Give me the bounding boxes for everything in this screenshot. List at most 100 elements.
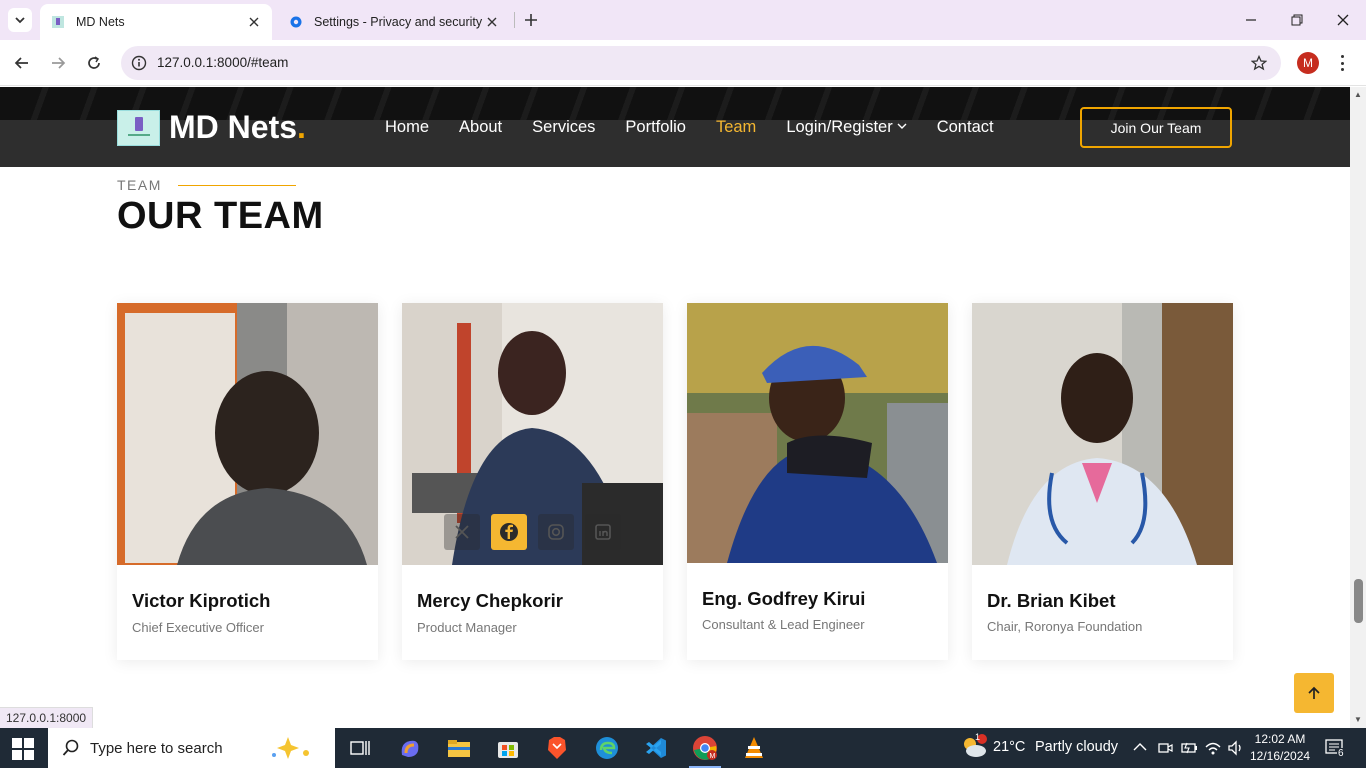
- main-nav: Home About Services Portfolio Team Login…: [385, 118, 1024, 137]
- address-bar[interactable]: 127.0.0.1:8000/#team: [121, 46, 1281, 80]
- nav-services[interactable]: Services: [532, 118, 595, 137]
- x-icon[interactable]: [444, 514, 480, 550]
- taskbar-search[interactable]: Type here to search: [48, 728, 335, 768]
- section-title: OUR TEAM: [117, 195, 324, 237]
- scroll-down-icon[interactable]: ▼: [1354, 716, 1362, 724]
- profile-avatar[interactable]: M: [1297, 52, 1319, 74]
- brave-browser-icon[interactable]: [543, 734, 571, 762]
- member-name: Dr. Brian Kibet: [987, 590, 1116, 611]
- file-explorer-icon[interactable]: [445, 734, 473, 762]
- team-card[interactable]: Victor Kiprotich Chief Executive Officer: [117, 303, 378, 660]
- vlc-icon[interactable]: [740, 734, 768, 762]
- nav-portfolio[interactable]: Portfolio: [625, 118, 686, 137]
- clock-time: 12:02 AM: [1254, 732, 1306, 746]
- notification-count: 6: [1337, 748, 1345, 759]
- tab-title: Settings - Privacy and security: [314, 15, 483, 29]
- browser-tab-bar: MD Nets Settings - Privacy and security: [0, 0, 1366, 40]
- tab-settings[interactable]: Settings - Privacy and security: [278, 4, 510, 40]
- chevron-up-icon[interactable]: [1133, 742, 1147, 752]
- svg-text:M: M: [710, 753, 716, 760]
- search-placeholder: Type here to search: [90, 739, 223, 757]
- vscode-icon[interactable]: [642, 734, 670, 762]
- close-tab-icon[interactable]: [484, 14, 500, 30]
- member-name: Victor Kiprotich: [132, 590, 271, 611]
- restore-button[interactable]: [1282, 6, 1312, 34]
- browser-menu-icon[interactable]: [1334, 52, 1350, 74]
- nav-contact[interactable]: Contact: [937, 118, 994, 137]
- page-scrollbar[interactable]: ▲ ▼: [1350, 87, 1366, 728]
- meet-now-icon[interactable]: [1157, 740, 1173, 756]
- nav-home[interactable]: Home: [385, 118, 429, 137]
- scrollbar-thumb[interactable]: [1354, 579, 1363, 623]
- weather-text: Partly cloudy: [1035, 739, 1119, 755]
- arrow-right-icon: [52, 57, 66, 69]
- team-member-photo: [972, 303, 1233, 565]
- weather-icon[interactable]: [960, 734, 988, 760]
- back-button[interactable]: [10, 51, 34, 75]
- site-info-icon[interactable]: [129, 53, 149, 73]
- team-card[interactable]: Eng. Godfrey Kirui Consultant & Lead Eng…: [687, 303, 948, 660]
- arrow-left-icon: [14, 57, 28, 69]
- close-window-button[interactable]: [1328, 6, 1358, 34]
- new-tab-button[interactable]: [520, 8, 542, 32]
- nav-about[interactable]: About: [459, 118, 502, 137]
- volume-icon[interactable]: [1227, 740, 1245, 756]
- network-icon[interactable]: [1204, 739, 1222, 757]
- browser-toolbar: 127.0.0.1:8000/#team M: [0, 40, 1366, 86]
- member-role: Chair, Roronya Foundation: [987, 619, 1143, 634]
- team-card[interactable]: Mercy Chepkorir Product Manager: [402, 303, 663, 660]
- tab-md-nets[interactable]: MD Nets: [40, 4, 272, 40]
- nav-team[interactable]: Team: [716, 118, 756, 137]
- plus-icon: [525, 14, 537, 26]
- instagram-icon[interactable]: [538, 514, 574, 550]
- sparkle-icon: [272, 737, 309, 759]
- arrow-up-icon: [1308, 686, 1320, 699]
- social-links: [444, 514, 621, 550]
- clock-date: 12/16/2024: [1250, 749, 1311, 763]
- chrome-icon[interactable]: M: [691, 734, 719, 762]
- tab-separator: [514, 12, 515, 28]
- nav-login-register[interactable]: Login/Register: [786, 118, 907, 137]
- join-our-team-button[interactable]: Join Our Team: [1080, 107, 1232, 148]
- team-member-photo: [117, 303, 378, 565]
- gear-icon: [288, 14, 304, 30]
- tab-search-button[interactable]: [8, 8, 32, 32]
- close-icon: [1337, 14, 1349, 26]
- team-card[interactable]: Dr. Brian Kibet Chair, Roronya Foundatio…: [972, 303, 1233, 660]
- search-icon: [62, 739, 79, 756]
- task-view-icon[interactable]: [346, 734, 374, 762]
- windows-start-icon[interactable]: [12, 738, 34, 760]
- minimize-button[interactable]: [1236, 6, 1266, 34]
- forward-button[interactable]: [46, 51, 70, 75]
- section-label-line: [177, 184, 296, 186]
- microsoft-store-icon[interactable]: [494, 734, 522, 762]
- bookmark-star-icon[interactable]: [1249, 53, 1269, 73]
- team-member-photo: [402, 303, 663, 565]
- system-clock[interactable]: 12:02 AM 12/16/2024: [1250, 731, 1310, 765]
- chevron-down-icon: [897, 122, 907, 133]
- restore-icon: [1291, 14, 1303, 26]
- member-name: Eng. Godfrey Kirui: [702, 588, 866, 609]
- logo-text: MD Nets.: [169, 109, 306, 145]
- weather-badge: 1: [975, 732, 981, 742]
- site-favicon-icon: [50, 14, 66, 30]
- reload-button[interactable]: [82, 51, 106, 75]
- back-to-top-button[interactable]: [1294, 673, 1334, 713]
- section-label: TEAM: [117, 177, 296, 193]
- tab-title: MD Nets: [76, 15, 125, 29]
- edge-browser-icon[interactable]: [593, 734, 621, 762]
- team-member-photo: [687, 303, 948, 563]
- copilot-icon[interactable]: [396, 734, 424, 762]
- site-logo[interactable]: MD Nets.: [117, 109, 306, 146]
- member-role: Consultant & Lead Engineer: [702, 617, 865, 632]
- linkedin-icon[interactable]: [585, 514, 621, 550]
- reload-icon: [88, 56, 100, 69]
- scroll-up-icon[interactable]: ▲: [1354, 91, 1362, 99]
- member-role: Chief Executive Officer: [132, 620, 264, 635]
- weather-temp: 21°C: [993, 739, 1026, 755]
- battery-icon[interactable]: [1181, 740, 1199, 756]
- facebook-icon[interactable]: [491, 514, 527, 550]
- minimize-icon: [1246, 19, 1256, 21]
- chevron-down-icon: [15, 17, 25, 24]
- close-tab-icon[interactable]: [246, 14, 262, 30]
